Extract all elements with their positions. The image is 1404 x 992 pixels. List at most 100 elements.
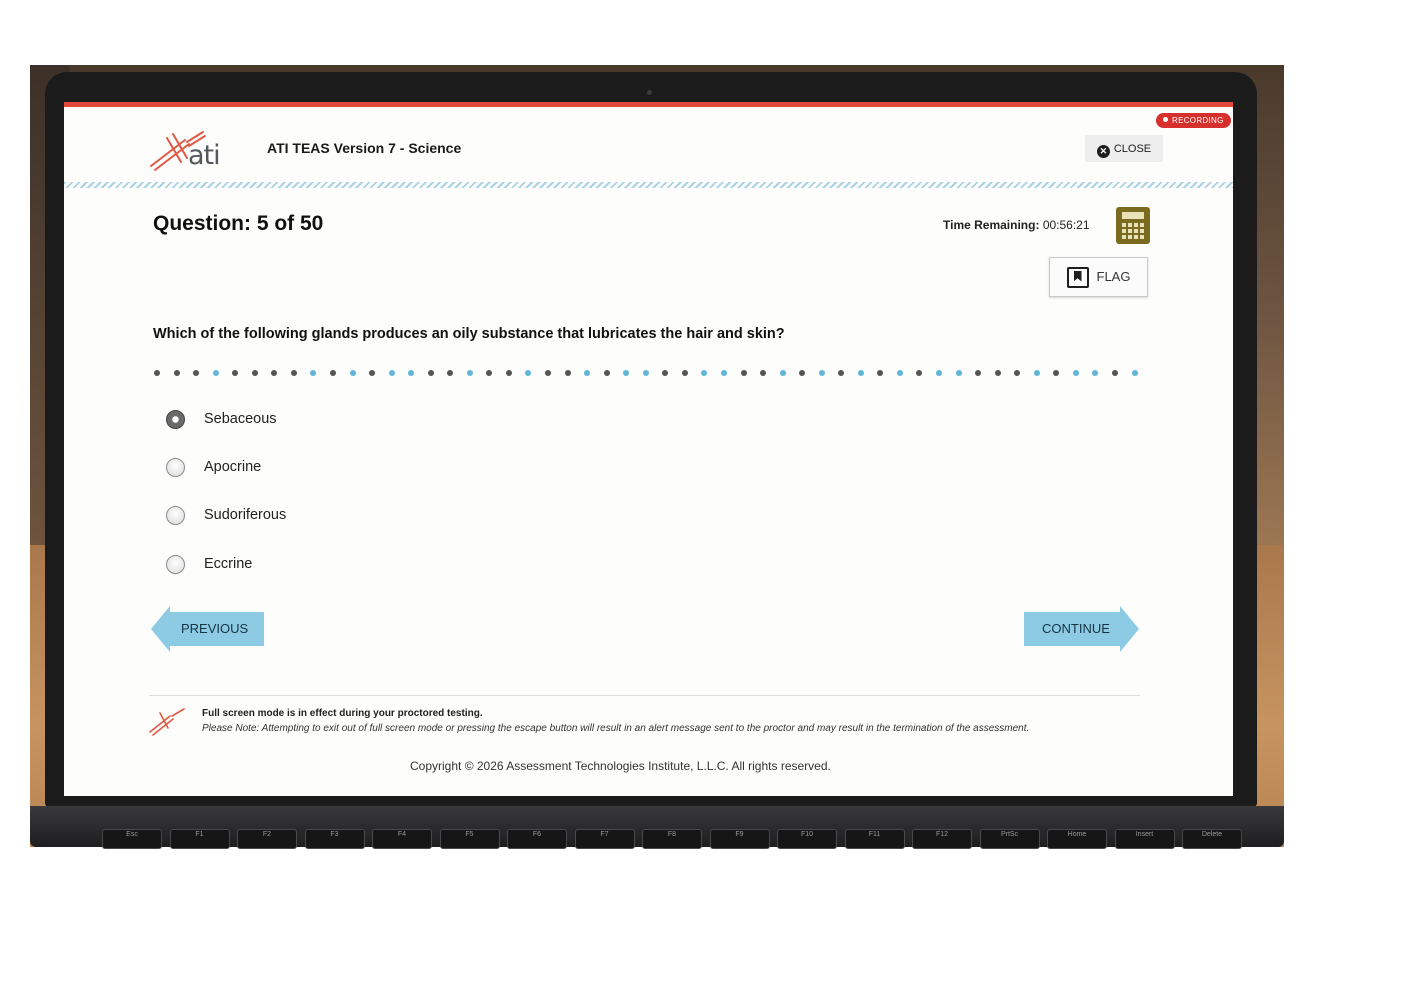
ati-footer-logo-icon: [149, 708, 185, 736]
separator-dot: [212, 370, 219, 376]
option-label: Apocrine: [204, 459, 262, 475]
separator-dot: [720, 370, 727, 376]
separator-dot: [975, 370, 982, 376]
separator-dot: [623, 370, 630, 376]
header-divider: [64, 182, 1233, 188]
separator-dot: [466, 370, 473, 376]
separator-dot: [545, 370, 551, 376]
close-icon: ✕: [1096, 145, 1110, 158]
keyboard-key: Delete: [1182, 829, 1242, 849]
option-label: Sebaceous: [204, 411, 277, 427]
separator-dot: [427, 370, 434, 376]
close-button[interactable]: ✕ CLOSE: [1085, 135, 1163, 162]
separator-dot: [916, 370, 923, 376]
separator-dot: [740, 370, 747, 376]
exam-title: ATI TEAS Version 7 - Science: [267, 140, 462, 156]
separator-dot: [603, 370, 610, 376]
separator-dot: [1033, 370, 1040, 376]
separator-dot: [271, 370, 278, 376]
keyboard-key: F12: [912, 829, 972, 849]
separator-dot: [173, 370, 180, 376]
fullscreen-warning: Please Note: Attempting to exit out of f…: [202, 723, 1030, 734]
previous-label: PREVIOUS: [181, 621, 249, 636]
previous-button[interactable]: PREVIOUS: [151, 606, 264, 652]
separator-dot: [408, 370, 415, 376]
separator-dot: [486, 370, 493, 376]
separator-dot: [1072, 370, 1079, 376]
separator-dot: [818, 370, 825, 376]
separator-dot: [779, 370, 786, 376]
webcam: [647, 90, 652, 95]
keyboard-key: Home: [1047, 829, 1107, 849]
keyboard-key: F2: [237, 829, 297, 849]
radio-button[interactable]: [166, 506, 185, 525]
recording-label: RECORDING: [1172, 116, 1224, 125]
separator-dot: [799, 370, 806, 376]
separator-dot: [388, 370, 395, 376]
dotted-separator: [154, 370, 1144, 378]
time-remaining-value: 00:56:21: [1042, 218, 1090, 232]
fullscreen-note: Full screen mode is in effect during you…: [202, 708, 483, 719]
copyright-text: Copyright © 2026 Assessment Technologies…: [410, 759, 831, 773]
separator-dot: [525, 370, 532, 376]
keyboard-key: F7: [574, 829, 635, 849]
top-accent-bar: [64, 102, 1233, 107]
keyboard-key: F1: [169, 829, 230, 849]
separator-dot: [447, 370, 454, 376]
keyboard-key: F5: [439, 829, 500, 849]
separator-dot: [232, 370, 239, 376]
keyboard-key: F10: [777, 829, 837, 849]
continue-button[interactable]: CONTINUE: [1024, 606, 1139, 652]
footer-divider: [149, 695, 1140, 696]
separator-dot: [1053, 370, 1060, 376]
separator-dot: [290, 370, 297, 376]
keyboard-key: Esc: [102, 829, 162, 849]
separator-dot: [701, 370, 708, 376]
separator-dot: [505, 370, 512, 376]
keyboard-key: F8: [642, 829, 702, 849]
keyboard-key: F11: [844, 829, 905, 849]
separator-dot: [681, 370, 688, 376]
separator-dot: [329, 370, 336, 376]
exam-screen: RECORDING ati ATI TEAS Version 7 - Scien…: [64, 102, 1233, 796]
radio-button[interactable]: [166, 410, 185, 429]
separator-dot: [369, 370, 376, 376]
separator-dot: [1014, 370, 1021, 376]
separator-dot: [193, 370, 200, 376]
separator-dot: [349, 370, 356, 376]
option-label: Eccrine: [204, 556, 253, 572]
keyboard-key: Insert: [1114, 829, 1175, 849]
bookmark-flag-icon: [1066, 266, 1089, 288]
separator-dot: [251, 370, 258, 376]
separator-dot: [1131, 370, 1138, 376]
separator-dot: [1092, 370, 1099, 376]
flag-label: FLAG: [1096, 268, 1131, 284]
keyboard-key: F4: [372, 829, 432, 849]
separator-dot: [838, 370, 845, 376]
separator-dot: [955, 370, 962, 376]
separator-dot: [642, 370, 649, 376]
separator-dot: [310, 370, 317, 376]
flag-button[interactable]: FLAG: [1049, 257, 1148, 297]
record-dot-icon: [1163, 117, 1168, 122]
separator-dot: [662, 370, 669, 376]
ati-logo-text: ati: [188, 140, 221, 171]
time-remaining-label: Time Remaining:: [943, 218, 1040, 232]
time-remaining: Time Remaining: 00:56:21: [943, 218, 1090, 232]
keyboard-key: PrtSc: [979, 829, 1040, 849]
separator-dot: [1111, 370, 1118, 376]
separator-dot: [760, 370, 767, 376]
question-text: Which of the following glands produces a…: [153, 326, 785, 342]
separator-dot: [994, 370, 1001, 376]
separator-dot: [154, 370, 160, 376]
keyboard-key: F6: [507, 829, 567, 849]
radio-button[interactable]: [166, 458, 185, 477]
question-counter: Question: 5 of 50: [153, 212, 324, 235]
separator-dot: [584, 370, 591, 376]
separator-dot: [564, 370, 571, 376]
close-label: CLOSE: [1113, 143, 1152, 155]
keyboard-key: F3: [304, 829, 365, 849]
calculator-icon[interactable]: [1116, 207, 1150, 244]
separator-dot: [857, 370, 864, 376]
radio-button[interactable]: [166, 555, 185, 574]
